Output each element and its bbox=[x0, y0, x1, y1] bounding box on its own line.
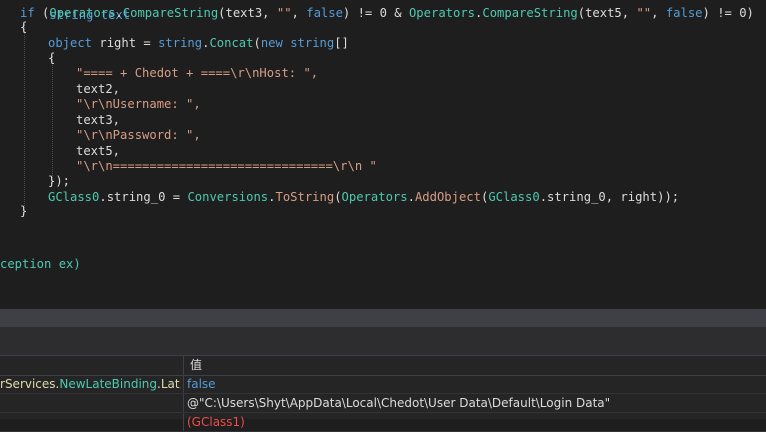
indent-guide bbox=[24, 24, 25, 214]
watch-value-cell: (GClass1) bbox=[187, 415, 245, 429]
value-column-header[interactable]: 值 bbox=[190, 356, 202, 375]
code-line-14: } bbox=[20, 204, 28, 218]
code-token: , bbox=[651, 6, 666, 20]
code-token: string bbox=[158, 36, 203, 50]
column-divider bbox=[183, 394, 184, 412]
code-token: Operators bbox=[341, 190, 408, 204]
table-row[interactable]: rServices.NewLateBinding.Lat... false bbox=[0, 375, 766, 394]
code-token: "" bbox=[276, 6, 292, 20]
watch-header-row: 值 bbox=[0, 356, 766, 376]
code-token: CompareString bbox=[482, 6, 578, 20]
code-token: ) != 0) bbox=[702, 6, 754, 20]
code-token: GClass0 bbox=[48, 190, 100, 204]
code-token: ) != 0 & bbox=[342, 6, 409, 20]
code-token: .string_0, right)); bbox=[539, 190, 680, 204]
code-token: ( bbox=[334, 190, 342, 204]
code-token: GClass0 bbox=[488, 190, 540, 204]
code-token: ToString bbox=[275, 190, 335, 204]
code-token: Operators bbox=[49, 6, 116, 20]
code-token: ( bbox=[34, 6, 50, 20]
code-line-6: text2, bbox=[76, 82, 121, 96]
code-token: [] bbox=[334, 36, 349, 50]
code-token: Concat bbox=[209, 36, 254, 50]
code-token: , bbox=[291, 6, 307, 20]
code-token: object bbox=[48, 36, 93, 50]
code-token: right = bbox=[92, 36, 159, 50]
watch-toolbar bbox=[0, 328, 766, 356]
code-token: false bbox=[306, 6, 343, 20]
column-divider bbox=[183, 375, 184, 393]
watch-panel: 值 rServices.NewLateBinding.Lat... false … bbox=[0, 328, 766, 432]
code-token: AddObject bbox=[414, 190, 481, 204]
code-token: ( bbox=[253, 36, 261, 50]
code-token: "" bbox=[636, 6, 652, 20]
code-line-13: GClass0.string_0 = Conversions.ToString(… bbox=[48, 189, 679, 205]
column-divider[interactable] bbox=[183, 356, 184, 375]
code-line-2: { bbox=[20, 20, 28, 34]
code-token: ception ex) bbox=[0, 257, 81, 271]
code-token: Conversions bbox=[187, 190, 269, 204]
code-token: (text5, bbox=[577, 6, 637, 20]
code-line-9: "\r\nPassword: ", bbox=[76, 128, 201, 142]
code-line-8: text3, bbox=[76, 113, 121, 127]
code-token: Operators bbox=[408, 6, 476, 20]
watch-value-cell: false bbox=[187, 377, 216, 391]
code-token: .string_0 = bbox=[99, 190, 188, 204]
code-editor[interactable]: string text if (Operators.CompareString(… bbox=[0, 0, 766, 309]
code-token: (text3, bbox=[218, 6, 277, 20]
code-token: CompareString bbox=[122, 6, 219, 20]
panel-splitter[interactable] bbox=[0, 309, 766, 327]
code-line-4: { bbox=[48, 51, 56, 65]
column-divider bbox=[183, 413, 184, 431]
code-token: false bbox=[665, 6, 703, 20]
code-token: new bbox=[260, 36, 283, 50]
code-line-7: "\r\nUsername: ", bbox=[76, 97, 201, 111]
table-row[interactable]: (GClass1) bbox=[0, 413, 766, 432]
code-token: . bbox=[407, 190, 415, 204]
watch-name-cell: rServices.NewLateBinding.Lat... bbox=[0, 377, 181, 391]
code-line-12: }); bbox=[48, 174, 71, 188]
code-line-5: "==== + Chedot + ====\r\nHost: ", bbox=[76, 66, 319, 80]
code-token: . bbox=[115, 6, 123, 20]
code-token: . bbox=[268, 190, 276, 204]
table-row[interactable]: @"C:\Users\Shyt\AppData\Local\Chedot\Use… bbox=[0, 394, 766, 413]
code-line-1: if (Operators.CompareString(text3, "", f… bbox=[20, 5, 754, 21]
code-line-11: "\r\n==============================\r\n … bbox=[76, 159, 377, 173]
code-line-10: text5, bbox=[76, 144, 121, 158]
code-line-3: object right = string.Concat(new string[… bbox=[48, 35, 349, 51]
indent-guide bbox=[52, 56, 53, 184]
code-token: string bbox=[290, 36, 335, 50]
code-token: if bbox=[20, 6, 35, 20]
code-line-15: ception ex) bbox=[0, 256, 81, 272]
watch-value-cell: @"C:\Users\Shyt\AppData\Local\Chedot\Use… bbox=[187, 396, 611, 410]
